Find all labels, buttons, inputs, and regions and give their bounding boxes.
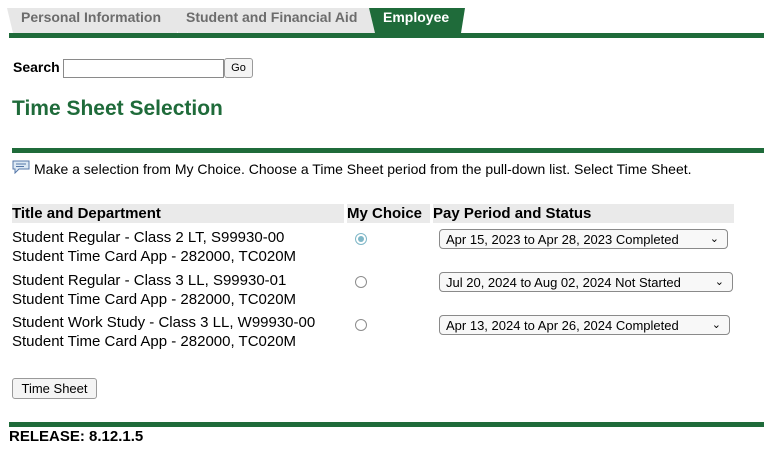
chevron-down-icon: ⌄ <box>711 319 721 331</box>
release-label: RELEASE: 8.12.1.5 <box>9 428 144 445</box>
tab-student-and-financial-aid[interactable]: Student and Financial Aid <box>172 8 385 33</box>
row-1-pay-period-select[interactable]: Apr 15, 2023 to Apr 28, 2023 Completed ⌄ <box>439 229 728 249</box>
info-message: Make a selection from My Choice. Choose … <box>34 161 692 177</box>
row-3-choice-radio[interactable] <box>355 319 367 331</box>
row-3-department: Student Time Card App - 282000, TC020M <box>12 333 297 350</box>
header-title-and-department: Title and Department <box>12 204 344 223</box>
row-3-pay-period-value: Apr 13, 2024 to Apr 26, 2024 Completed <box>446 318 679 333</box>
page-title: Time Sheet Selection <box>12 97 223 120</box>
row-1-title: Student Regular - Class 2 LT, S99930-00 <box>12 229 285 246</box>
row-2-pay-period-select[interactable]: Jul 20, 2024 to Aug 02, 2024 Not Started… <box>439 272 733 292</box>
search-label: Search <box>13 59 60 75</box>
row-2-pay-period-value: Jul 20, 2024 to Aug 02, 2024 Not Started <box>446 275 681 290</box>
row-2-title: Student Regular - Class 3 LL, S99930-01 <box>12 272 287 289</box>
tab-bar: Personal Information Student and Financi… <box>7 6 764 38</box>
row-3-title: Student Work Study - Class 3 LL, W99930-… <box>12 314 316 331</box>
row-2-choice-radio[interactable] <box>355 276 367 288</box>
chevron-down-icon: ⌄ <box>709 233 719 245</box>
title-divider <box>12 148 764 153</box>
header-my-choice: My Choice <box>347 204 430 223</box>
row-2-department: Student Time Card App - 282000, TC020M <box>12 291 297 308</box>
row-1-department: Student Time Card App - 282000, TC020M <box>12 248 297 265</box>
tab-employee[interactable]: Employee <box>369 8 465 33</box>
tab-underline <box>9 33 764 38</box>
header-pay-period-and-status: Pay Period and Status <box>433 204 734 223</box>
search-input[interactable] <box>63 59 224 78</box>
row-3-pay-period-select[interactable]: Apr 13, 2024 to Apr 26, 2024 Completed ⌄ <box>439 315 730 335</box>
time-sheet-button[interactable]: Time Sheet <box>12 378 97 399</box>
speech-bubble-icon <box>12 160 30 174</box>
tab-personal-information[interactable]: Personal Information <box>7 8 181 33</box>
row-1-choice-radio[interactable] <box>355 233 367 245</box>
chevron-down-icon: ⌄ <box>714 276 724 288</box>
row-1-pay-period-value: Apr 15, 2023 to Apr 28, 2023 Completed <box>446 232 679 247</box>
go-button[interactable]: Go <box>224 58 253 78</box>
footer-divider <box>9 422 764 427</box>
